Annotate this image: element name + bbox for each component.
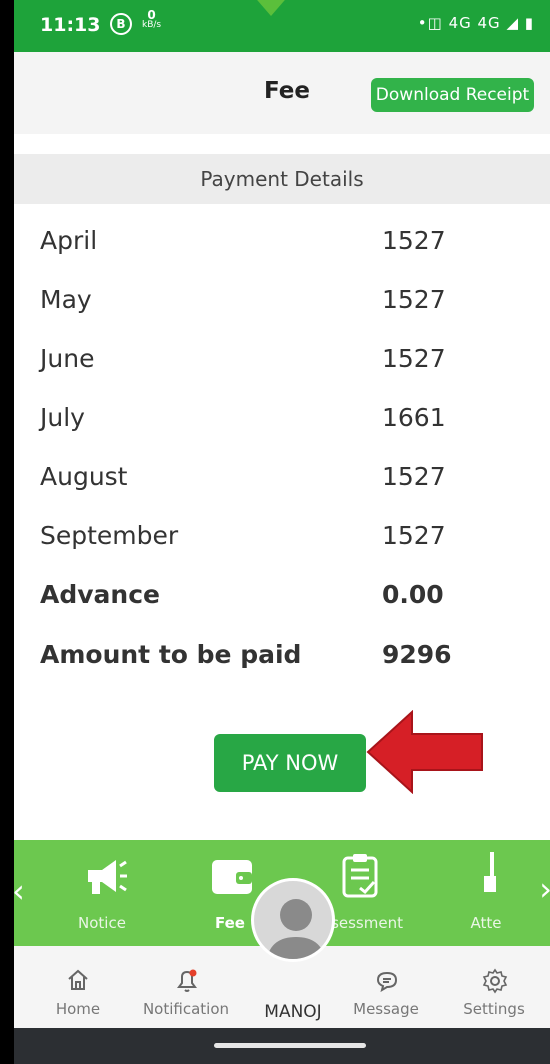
payment-row: August 1527: [40, 462, 540, 502]
clipboard-check-icon: [342, 854, 378, 898]
nav-label: Settings: [463, 1000, 525, 1018]
nav-settings[interactable]: Settings: [444, 946, 544, 1028]
total-label: Amount to be paid: [40, 640, 302, 669]
wallet-icon: [212, 860, 252, 894]
month-label: July: [40, 403, 85, 432]
nav-label: Home: [55, 1000, 101, 1018]
top-indicator: [245, 0, 297, 16]
advance-value: 0.00: [382, 580, 444, 609]
chevron-left-icon[interactable]: ‹: [14, 872, 25, 910]
nav-label: Message: [353, 1000, 419, 1018]
month-amount: 1661: [382, 403, 446, 432]
nav-message[interactable]: Message: [336, 946, 436, 1028]
gear-icon: [482, 968, 508, 994]
advance-row: Advance 0.00: [40, 580, 540, 620]
month-label: September: [40, 521, 179, 550]
payment-row: June 1527: [40, 344, 540, 384]
payment-row: May 1527: [40, 285, 540, 325]
month-amount: 1527: [382, 462, 446, 491]
header: Fee Download Receipt: [14, 52, 550, 134]
payment-row: September 1527: [40, 521, 540, 561]
month-amount: 1527: [382, 285, 446, 314]
profile-name: MANOJ: [264, 1002, 322, 1022]
bell-icon: [177, 969, 197, 992]
download-receipt-button[interactable]: Download Receipt: [371, 78, 534, 112]
payment-row: April 1527: [40, 226, 540, 266]
message-icon: [376, 971, 398, 993]
megaphone-icon: [88, 860, 127, 894]
month-label: April: [40, 226, 98, 255]
profile-avatar[interactable]: [251, 878, 335, 962]
nav-label: Notification: [142, 1000, 230, 1018]
pay-now-button[interactable]: PAY NOW: [214, 734, 366, 792]
month-amount: 1527: [382, 344, 446, 373]
home-gesture-bar[interactable]: [214, 1043, 366, 1048]
month-amount: 1527: [382, 521, 446, 550]
network-speed-value: 0: [147, 8, 156, 22]
month-label: June: [40, 344, 95, 373]
month-amount: 1527: [382, 226, 446, 255]
home-icon: [68, 969, 88, 990]
month-label: May: [40, 285, 92, 314]
attendance-icon: [484, 852, 496, 892]
nav-notification[interactable]: Notification: [136, 946, 236, 1028]
network-speed: 0 kB/s: [142, 8, 162, 30]
network-speed-unit: kB/s: [142, 20, 162, 30]
module-label: Atte: [470, 914, 502, 932]
module-label: Notice: [78, 914, 126, 932]
total-row: Amount to be paid 9296: [40, 640, 540, 680]
nav-home[interactable]: Home: [28, 946, 128, 1028]
total-value: 9296: [382, 640, 452, 669]
module-attendance[interactable]: Atte: [426, 840, 546, 946]
system-navigation-bar: [14, 1028, 550, 1064]
payment-details-header: Payment Details: [14, 154, 550, 204]
status-time: 11:13: [40, 14, 101, 36]
module-notice[interactable]: Notice: [42, 840, 162, 946]
chevron-right-icon[interactable]: ›: [539, 870, 550, 908]
status-icons: •◫ 4G 4G ◢ ▮: [417, 14, 534, 32]
payment-row: July 1661: [40, 403, 540, 443]
advance-label: Advance: [40, 580, 160, 609]
phone-screen: 11:13 B 0 kB/s •◫ 4G 4G ◢ ▮ Fee Download…: [14, 0, 550, 1064]
red-arrow-icon: [366, 710, 483, 794]
page-title: Fee: [264, 78, 310, 104]
b-icon: B: [110, 13, 132, 35]
month-label: August: [40, 462, 128, 491]
